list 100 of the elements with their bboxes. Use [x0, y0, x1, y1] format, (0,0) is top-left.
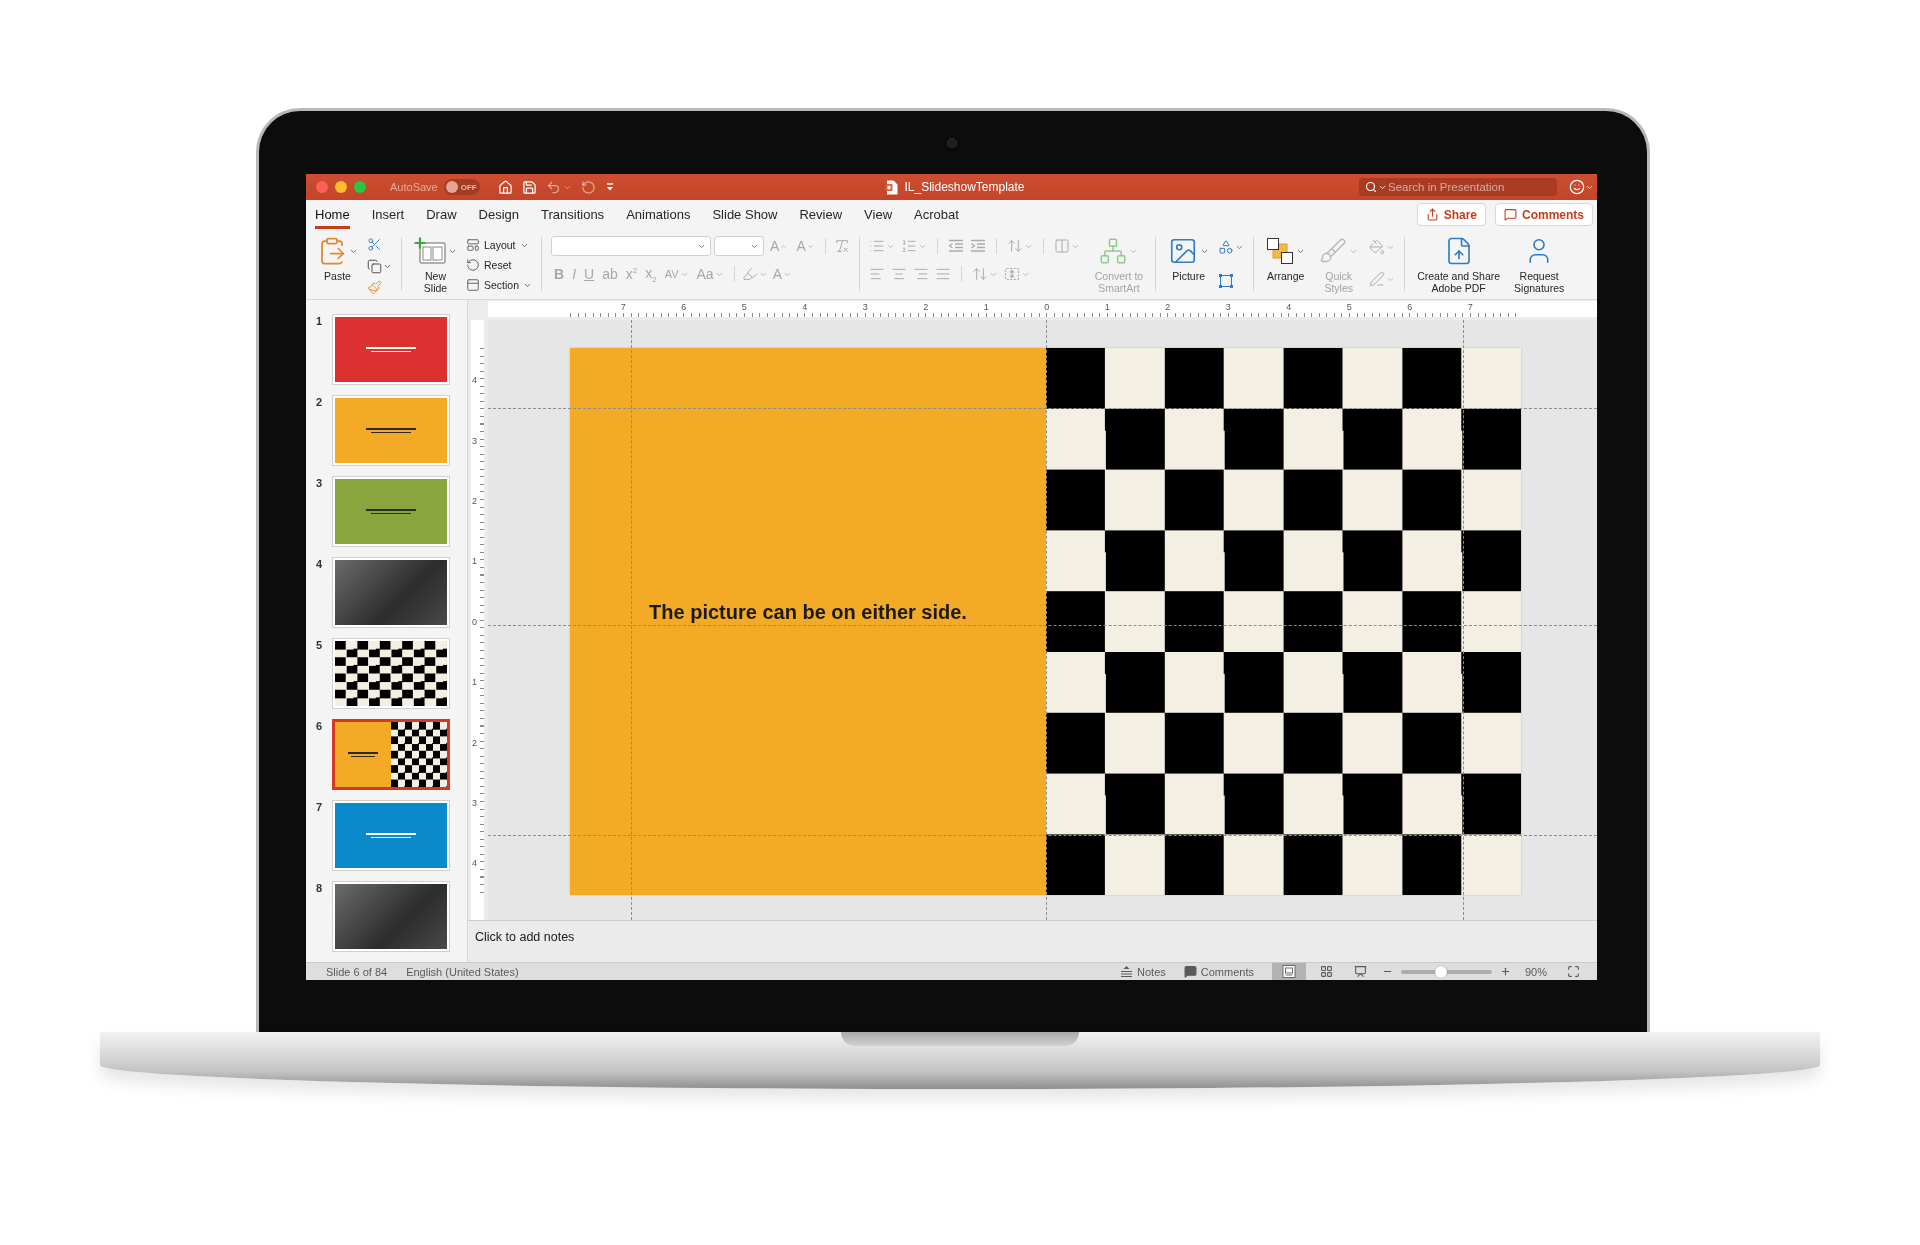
- comment-icon: [1183, 965, 1197, 978]
- toggle-knob-icon: [445, 181, 458, 193]
- shapes-icon: [1218, 239, 1235, 255]
- ruler-number: 6: [1406, 301, 1414, 312]
- zoom-in-icon[interactable]: [1499, 966, 1511, 977]
- section-icon: [466, 278, 480, 292]
- checkerboard-preview: [391, 722, 447, 787]
- ribbon-tab[interactable]: Animations: [626, 200, 691, 229]
- bulleted-list-icon: [868, 238, 885, 254]
- copy-icon: [367, 258, 382, 274]
- ribbon-tab[interactable]: Design: [478, 200, 519, 229]
- search-field[interactable]: Search in Presentation: [1359, 178, 1557, 196]
- caret-with-bar-icon[interactable]: [604, 182, 615, 192]
- autosave-toggle[interactable]: OFF: [443, 179, 480, 195]
- comments-button[interactable]: Comments: [1495, 203, 1593, 226]
- diagram-icon: [1099, 237, 1128, 265]
- text-lines-drawing: [366, 833, 416, 838]
- ruler-number: 4: [471, 375, 477, 386]
- picture-button[interactable]: Picture: [1165, 235, 1213, 282]
- notes-button[interactable]: Notes: [1120, 965, 1166, 978]
- language-text: English (United States): [406, 965, 519, 978]
- share-icon: [1425, 208, 1439, 221]
- ruler-number: 2: [471, 737, 477, 748]
- ruler-number: 4: [801, 301, 809, 312]
- ruler-number: 5: [1345, 301, 1353, 312]
- create-pdf-button[interactable]: Create and Share Adobe PDF: [1414, 235, 1504, 294]
- pen-icon: [1369, 271, 1386, 287]
- ruler-number: 0: [471, 616, 477, 627]
- presentation-file-icon: [885, 179, 899, 195]
- ribbon-tab[interactable]: Draw: [426, 200, 457, 229]
- paint-bucket-icon: [1369, 239, 1386, 255]
- slide-heading: The picture can be on either side.: [649, 601, 967, 623]
- request-signatures-button[interactable]: Request Signatures: [1511, 235, 1568, 294]
- slide-number: 7: [316, 801, 324, 813]
- reset-button[interactable]: Reset: [466, 257, 533, 273]
- home-icon[interactable]: [497, 179, 513, 195]
- font-name-field[interactable]: [551, 236, 712, 256]
- ruler-number: 1: [1103, 301, 1111, 312]
- minimize-window-button[interactable]: [335, 181, 347, 193]
- paintbrush-icon[interactable]: [367, 280, 382, 295]
- zoom-slider[interactable]: [1400, 965, 1492, 978]
- caret-icon: [806, 242, 814, 250]
- highlighter-icon: [741, 266, 758, 282]
- ribbon-tab[interactable]: Review: [799, 200, 843, 229]
- window-title: IL_SlideshowTemplate: [904, 180, 1025, 194]
- ribbon-tab[interactable]: View: [864, 200, 893, 229]
- presentation-icon: [1354, 965, 1368, 978]
- ruler-number: 4: [1285, 301, 1293, 312]
- slide-number: 3: [316, 477, 324, 489]
- new-slide-icon: [414, 237, 446, 265]
- new-slide-button[interactable]: New Slide: [411, 235, 460, 294]
- ruler-number: 6: [680, 301, 688, 312]
- ruler-number: 3: [1224, 301, 1232, 312]
- zoom-slider-thumb[interactable]: [1435, 965, 1447, 978]
- zoom-window-button[interactable]: [354, 181, 366, 193]
- close-window-button[interactable]: [316, 181, 328, 193]
- ribbon-tab[interactable]: Insert: [371, 200, 405, 229]
- ruler-number: 2: [922, 301, 930, 312]
- layout-button[interactable]: Layout: [466, 237, 533, 253]
- circular-arrow-icon: [466, 258, 480, 272]
- columns-icon: [1053, 238, 1070, 254]
- slide-thumbnail[interactable]: [332, 719, 450, 790]
- scissors-icon[interactable]: [367, 237, 382, 252]
- smiley-icon[interactable]: [1569, 179, 1585, 195]
- align-text-icon: [1003, 266, 1020, 282]
- section-button[interactable]: Section: [466, 277, 533, 293]
- ruler-number: 3: [861, 301, 869, 312]
- normal-view-icon: [1281, 965, 1296, 978]
- ruler-number: 3: [471, 435, 477, 446]
- comments-button[interactable]: Comments: [1183, 965, 1254, 978]
- slide-number: 6: [316, 720, 324, 732]
- layout-icon: [466, 238, 480, 252]
- font-size-field[interactable]: [714, 236, 765, 256]
- fit-to-window-icon[interactable]: [1567, 965, 1580, 978]
- slide-number: 8: [316, 882, 324, 894]
- text-direction-icon: [971, 266, 988, 282]
- slide-number: 2: [316, 396, 324, 408]
- autosave-label: AutoSave: [390, 181, 438, 193]
- text-box-icon[interactable]: [1218, 273, 1235, 289]
- numbered-list-icon: [900, 238, 917, 254]
- ruler-number: 7: [619, 301, 627, 312]
- slide-number: 4: [316, 558, 324, 570]
- share-button[interactable]: Share: [1416, 203, 1486, 226]
- slide-position-text: Slide 6 of 84: [326, 965, 388, 978]
- shapes-button[interactable]: [1218, 237, 1245, 257]
- ruler-number: 1: [982, 301, 990, 312]
- normal-view-button[interactable]: [1271, 963, 1306, 980]
- ribbon-tab[interactable]: Transitions: [541, 200, 605, 229]
- zoom-percentage: 90%: [1524, 965, 1547, 978]
- comment-icon: [1504, 208, 1517, 221]
- slide-number: 1: [316, 315, 324, 327]
- paste-button[interactable]: Paste: [314, 235, 361, 282]
- save-icon[interactable]: [521, 179, 537, 195]
- ruler-number: 2: [471, 495, 477, 506]
- camera-icon: [947, 138, 956, 147]
- arrange-button[interactable]: Arrange: [1263, 235, 1309, 282]
- ribbon-tab[interactable]: Slide Show: [712, 200, 778, 229]
- ribbon-tab[interactable]: Acrobat: [914, 200, 959, 229]
- ruler-number: 1: [471, 556, 477, 567]
- text-lines-drawing: [348, 752, 378, 757]
